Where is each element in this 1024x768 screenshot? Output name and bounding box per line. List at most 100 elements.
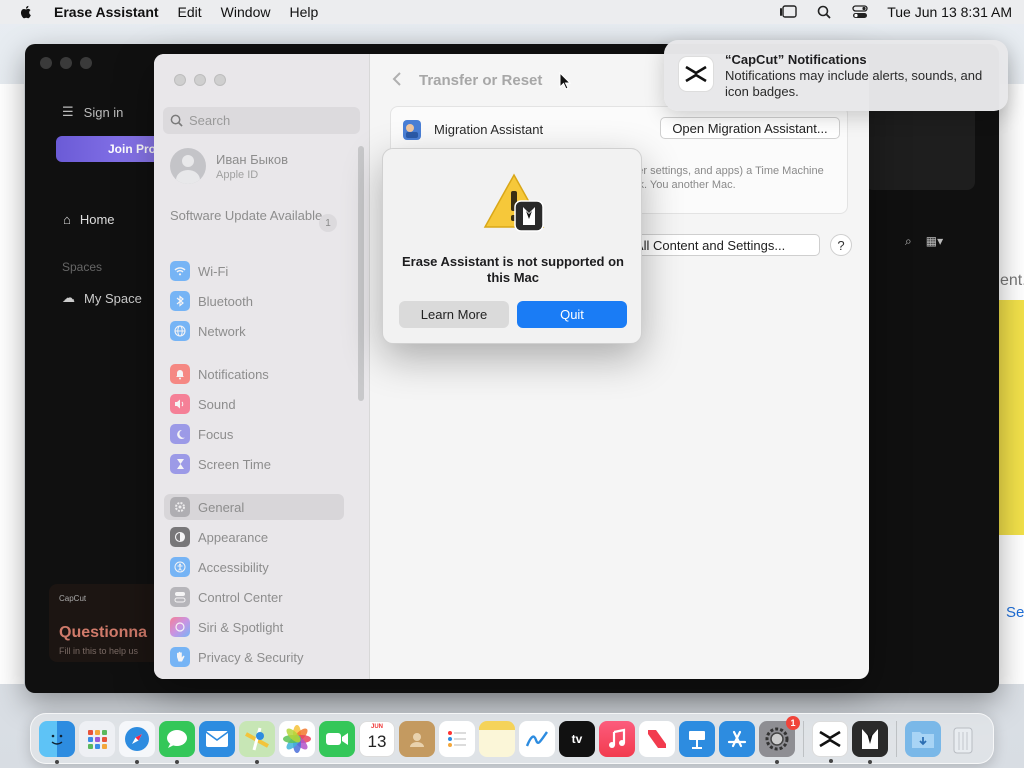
moon-icon: [170, 424, 190, 444]
quit-button[interactable]: Quit: [517, 301, 627, 328]
dock-separator: [896, 720, 897, 757]
sidebar-item-sound[interactable]: Sound: [170, 391, 236, 417]
sidebar-item-label: Accessibility: [198, 559, 269, 575]
music-icon[interactable]: [599, 720, 635, 757]
search-input[interactable]: [189, 113, 349, 128]
notes-icon[interactable]: [479, 720, 515, 757]
settings-search[interactable]: [163, 107, 360, 134]
spotlight-search-icon[interactable]: [815, 4, 833, 20]
sidebar-item-bluetooth[interactable]: Bluetooth: [170, 288, 253, 314]
mail-icon[interactable]: [199, 720, 235, 757]
capcut-close-button[interactable]: [40, 57, 52, 69]
sidebar-item-label: General: [198, 499, 245, 515]
sidebar-item-label: Screen Time: [198, 456, 271, 472]
grid-view-icon[interactable]: ▦▾: [926, 234, 943, 249]
background-yellow-shape: [999, 300, 1024, 535]
sidebar-item-accessibility[interactable]: Accessibility: [170, 554, 269, 580]
sidebar-item-network[interactable]: Network: [170, 318, 246, 344]
sidebar-item-privacy-security[interactable]: Privacy & Security: [170, 644, 303, 670]
launchpad-icon[interactable]: [79, 720, 115, 757]
trash-icon[interactable]: [945, 721, 981, 757]
sidebar-scrollbar[interactable]: [358, 146, 364, 401]
background-window-left: [0, 84, 24, 684]
control-center-menu-icon[interactable]: [851, 4, 869, 20]
calendar-month: JUN: [370, 723, 383, 730]
sidebar-item-label: Privacy & Security: [198, 649, 304, 665]
capcut-my-space-label: My Space: [84, 290, 142, 306]
notification-title: “CapCut” Notifications: [725, 52, 867, 67]
capcut-spaces-heading: Spaces: [62, 260, 103, 274]
zoom-button[interactable]: [214, 74, 226, 86]
capcut-dock-icon[interactable]: [812, 720, 848, 763]
capcut-brand-label: CapCut: [59, 594, 87, 603]
erase-assistant-dock-icon[interactable]: [852, 720, 888, 764]
sidebar-item-label: Focus: [198, 426, 234, 442]
bell-icon: [170, 364, 190, 384]
minimize-button[interactable]: [194, 74, 206, 86]
open-migration-assistant-button[interactable]: Open Migration Assistant...: [660, 117, 840, 139]
calendar-icon[interactable]: JUN 13: [359, 720, 395, 757]
menu-bar-clock[interactable]: Tue Jun 13 8:31 AM: [887, 4, 1012, 20]
speaker-icon: [170, 394, 190, 414]
sidebar-item-general[interactable]: General: [164, 494, 344, 520]
stage-manager-icon[interactable]: [779, 4, 797, 20]
sidebar-item-notifications[interactable]: Notifications: [170, 361, 269, 387]
software-update-badge: 1: [319, 214, 337, 232]
apple-tv-label: tv: [571, 731, 583, 746]
software-update-item[interactable]: Software Update Available: [170, 208, 340, 224]
facetime-icon[interactable]: [319, 720, 355, 757]
apple-id-account[interactable]: Иван Быков Apple ID: [170, 148, 288, 184]
capcut-sign-in-label: Sign in: [83, 104, 124, 120]
capcut-join-pro-button[interactable]: Join Pro: [56, 136, 166, 162]
finder-icon[interactable]: [39, 720, 75, 764]
downloads-folder-icon[interactable]: [905, 720, 941, 757]
capcut-nav-my-space[interactable]: ☁ My Space: [62, 290, 142, 306]
apple-tv-icon[interactable]: tv: [559, 720, 595, 757]
sidebar-item-control-center[interactable]: Control Center: [170, 584, 283, 610]
safari-icon[interactable]: [119, 720, 155, 764]
bluetooth-icon: [170, 291, 190, 311]
sidebar-item-appearance[interactable]: Appearance: [170, 524, 268, 550]
messages-icon[interactable]: [159, 720, 195, 764]
menu-edit[interactable]: Edit: [178, 4, 202, 20]
menu-window[interactable]: Window: [221, 4, 271, 20]
freeform-icon[interactable]: [519, 720, 555, 757]
sidebar-item-label: Bluetooth: [198, 293, 253, 309]
app-store-icon[interactable]: [719, 720, 755, 757]
capcut-zoom-button[interactable]: [80, 57, 92, 69]
settings-badge: 1: [786, 715, 800, 730]
gear-icon: [170, 497, 190, 517]
sidebar-item-screen-time[interactable]: Screen Time: [170, 451, 271, 477]
account-name: Иван Быков: [216, 151, 288, 167]
maps-icon[interactable]: [239, 720, 275, 764]
sidebar-item-label: Network: [198, 323, 246, 339]
alert-dialog: Erase Assistant is not supported on this…: [382, 148, 642, 344]
menu-help[interactable]: Help: [289, 4, 318, 20]
sidebar-item-focus[interactable]: Focus: [170, 421, 233, 447]
background-link-fragment[interactable]: Se: [1006, 604, 1024, 621]
sidebar-item-siri-spotlight[interactable]: Siri & Spotlight: [170, 614, 283, 640]
close-button[interactable]: [174, 74, 186, 86]
chevron-left-icon: [392, 72, 401, 86]
learn-more-button[interactable]: Learn More: [399, 301, 509, 328]
apple-icon[interactable]: [18, 4, 34, 20]
system-settings-icon[interactable]: 1: [759, 715, 800, 764]
capcut-minimize-button[interactable]: [60, 57, 72, 69]
alert-message: Erase Assistant is not supported on this…: [401, 254, 624, 285]
capcut-questionnaire-text: Fill in this to help us: [59, 646, 139, 656]
photos-icon[interactable]: [279, 720, 315, 757]
reminders-icon[interactable]: [439, 720, 475, 757]
capcut-sign-in[interactable]: ☰ Sign in: [62, 104, 123, 120]
menu-bar: Erase Assistant Edit Window Help Tue Jun…: [0, 0, 1024, 24]
search-icon[interactable]: ⌕: [905, 234, 912, 249]
back-button[interactable]: [392, 70, 402, 93]
news-icon[interactable]: [639, 720, 675, 757]
capcut-questionnaire-title: Questionna: [59, 624, 148, 641]
help-button[interactable]: ?: [830, 234, 852, 256]
keynote-icon[interactable]: [679, 720, 715, 757]
capcut-nav-home[interactable]: ⌂ Home: [63, 212, 115, 227]
notification-banner[interactable]: “CapCut” Notifications Notifications may…: [664, 40, 1008, 111]
sidebar-item-wifi[interactable]: Wi-Fi: [170, 258, 228, 284]
contacts-icon[interactable]: [399, 720, 435, 757]
menu-app-name[interactable]: Erase Assistant: [54, 4, 159, 20]
